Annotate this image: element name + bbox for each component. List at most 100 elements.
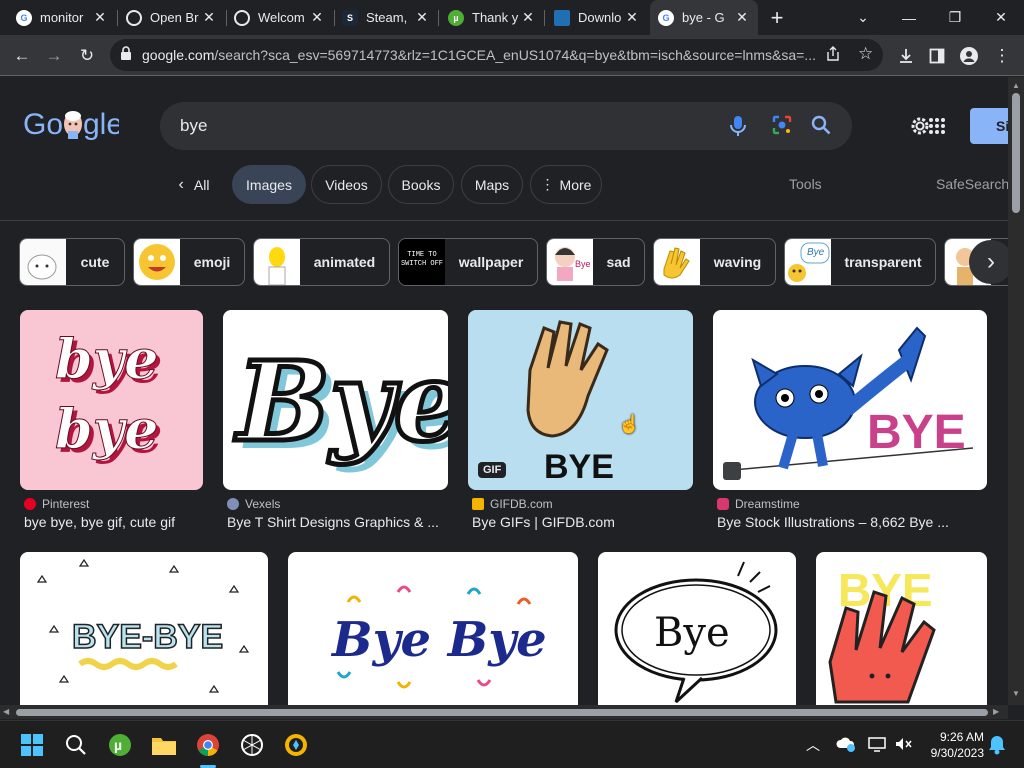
tab-maps[interactable]: Maps: [461, 165, 523, 204]
google-icon: G: [16, 9, 32, 26]
chip-emoji[interactable]: emoji: [133, 238, 245, 286]
system-clock[interactable]: 9:26 AM 9/30/2023: [931, 729, 984, 761]
close-tab-icon[interactable]: ✕: [520, 9, 536, 26]
side-panel-icon[interactable]: [923, 42, 951, 70]
chrome-taskbar-icon[interactable]: [192, 729, 224, 761]
lens-search-icon[interactable]: [771, 114, 793, 141]
result-caption[interactable]: bye bye, bye gif, cute gif: [24, 514, 204, 530]
network-icon[interactable]: [868, 735, 886, 758]
result-caption[interactable]: Bye GIFs | GIFDB.com: [472, 514, 692, 530]
openai-taskbar-icon[interactable]: [236, 729, 268, 761]
mouse-cursor-icon: ☝: [618, 414, 641, 434]
close-tab-icon[interactable]: ✕: [624, 9, 640, 26]
close-tab-icon[interactable]: ✕: [201, 9, 217, 26]
result-caption[interactable]: Bye T Shirt Designs Graphics & ...: [227, 514, 442, 530]
tab-images[interactable]: Images: [232, 165, 306, 204]
onedrive-icon[interactable]: [836, 736, 856, 757]
chip-animated[interactable]: animated: [253, 238, 390, 286]
close-tab-icon[interactable]: ✕: [309, 9, 325, 26]
google-logo[interactable]: Go gle: [23, 107, 123, 148]
result-caption[interactable]: Bye Stock Illustrations – 8,662 Bye ...: [717, 514, 982, 530]
utorrent-taskbar-icon[interactable]: µ: [104, 729, 136, 761]
chip-wallpaper[interactable]: TIME TO SWITCH OFF wallpaper: [398, 238, 538, 286]
brave-taskbar-icon[interactable]: [280, 729, 312, 761]
svg-text:gle: gle: [83, 108, 119, 141]
profile-icon[interactable]: [955, 42, 983, 70]
horizontal-scrollbar[interactable]: ◀ ▶: [0, 705, 1008, 719]
result-image-8[interactable]: BYE: [816, 552, 987, 705]
search-input[interactable]: bye: [160, 102, 852, 150]
tab-books[interactable]: Books: [388, 165, 454, 204]
close-tab-icon[interactable]: ✕: [734, 9, 750, 26]
result-image-5[interactable]: BYE-BYE: [20, 552, 268, 705]
share-icon[interactable]: [825, 46, 841, 67]
svg-text:Go: Go: [23, 108, 63, 141]
result-image-3[interactable]: BYE GIF ☝: [468, 310, 693, 490]
file-explorer-icon[interactable]: [148, 729, 180, 761]
volume-muted-icon[interactable]: [894, 735, 912, 758]
result-image-6[interactable]: Bye Bye: [288, 552, 578, 705]
scroll-right-arrow-icon[interactable]: ▶: [993, 707, 999, 716]
chips-next-arrow-icon[interactable]: ›: [969, 240, 1008, 284]
svg-text:bye: bye: [55, 327, 159, 391]
browser-menu-icon[interactable]: ⋮: [988, 42, 1016, 70]
tab-videos[interactable]: Videos: [311, 165, 382, 204]
browser-tab[interactable]: Open Br ✕: [118, 0, 225, 35]
tools-button[interactable]: Tools: [789, 176, 822, 192]
scrollbar-thumb[interactable]: [16, 709, 988, 716]
browser-tab[interactable]: G monitor ✕: [8, 0, 116, 35]
voice-search-icon[interactable]: [728, 114, 748, 143]
address-bar[interactable]: google.com/search?sca_esv=569714773&rlz=…: [110, 39, 883, 71]
chip-cute[interactable]: cute: [19, 238, 125, 286]
safesearch-button[interactable]: SafeSearch: [936, 176, 1008, 192]
scrollbar-thumb[interactable]: [1012, 93, 1020, 213]
new-tab-button[interactable]: +: [764, 5, 790, 31]
scroll-down-arrow-icon[interactable]: ▼: [1012, 689, 1020, 698]
scroll-left-arrow-icon[interactable]: ◀: [3, 707, 9, 716]
more-vertical-icon: ⋮: [540, 176, 555, 192]
forward-arrow-icon[interactable]: →: [40, 42, 68, 70]
result-image-1[interactable]: bye bye bye bye: [20, 310, 203, 490]
result-source[interactable]: Pinterest: [24, 497, 89, 511]
search-query-text: bye: [180, 116, 208, 135]
browser-tab-active[interactable]: G bye - G ✕: [650, 0, 758, 35]
reload-icon[interactable]: ↻: [73, 42, 101, 70]
download-icon[interactable]: [892, 42, 920, 70]
tab-all[interactable]: ‹ All: [164, 165, 224, 204]
restore-icon[interactable]: ❐: [932, 0, 978, 35]
close-tab-icon[interactable]: ✕: [92, 9, 108, 26]
chip-transparent[interactable]: Bye transparent: [784, 238, 936, 286]
chevron-up-icon[interactable]: ︿: [806, 735, 820, 755]
taskbar-search-icon[interactable]: [60, 729, 92, 761]
result-image-7[interactable]: Bye: [598, 552, 796, 705]
result-source[interactable]: Vexels: [227, 497, 280, 511]
clock-time: 9:26 AM: [939, 730, 984, 744]
vertical-scrollbar[interactable]: ▲ ▼: [1008, 77, 1024, 705]
bookmark-star-icon[interactable]: ☆: [858, 44, 873, 64]
result-image-2[interactable]: Bye Bye: [223, 310, 448, 490]
google-apps-icon[interactable]: [928, 117, 946, 140]
pinterest-icon: [24, 498, 36, 510]
notification-bell-icon[interactable]: [988, 735, 1006, 760]
browser-tab[interactable]: S Steam, ✕: [334, 0, 438, 35]
scroll-up-arrow-icon[interactable]: ▲: [1012, 81, 1020, 90]
result-image-4[interactable]: BYE: [713, 310, 987, 490]
back-arrow-icon[interactable]: ←: [8, 42, 36, 70]
browser-toolbar: ← → ↻ google.com/search?sca_esv=56971477…: [0, 35, 1024, 76]
minimize-icon[interactable]: —: [886, 0, 932, 35]
browser-tab[interactable]: Welcom ✕: [226, 0, 333, 35]
browser-tab[interactable]: µ Thank y ✕: [440, 0, 544, 35]
close-window-icon[interactable]: ✕: [978, 0, 1024, 35]
chip-waving[interactable]: waving: [653, 238, 776, 286]
tab-search-icon[interactable]: ⌄: [840, 0, 886, 35]
search-icon[interactable]: [811, 115, 831, 140]
result-source[interactable]: Dreamstime: [717, 497, 800, 511]
chip-sad[interactable]: Bye sad: [546, 238, 645, 286]
windows-start-icon[interactable]: [16, 729, 48, 761]
result-source[interactable]: GIFDB.com: [472, 497, 553, 511]
close-tab-icon[interactable]: ✕: [414, 9, 430, 26]
svg-text:BYE: BYE: [544, 448, 614, 486]
tab-more[interactable]: ⋮ More: [530, 165, 602, 204]
browser-tab[interactable]: Downlo ✕: [546, 0, 648, 35]
sign-in-button[interactable]: Si: [970, 108, 1008, 144]
